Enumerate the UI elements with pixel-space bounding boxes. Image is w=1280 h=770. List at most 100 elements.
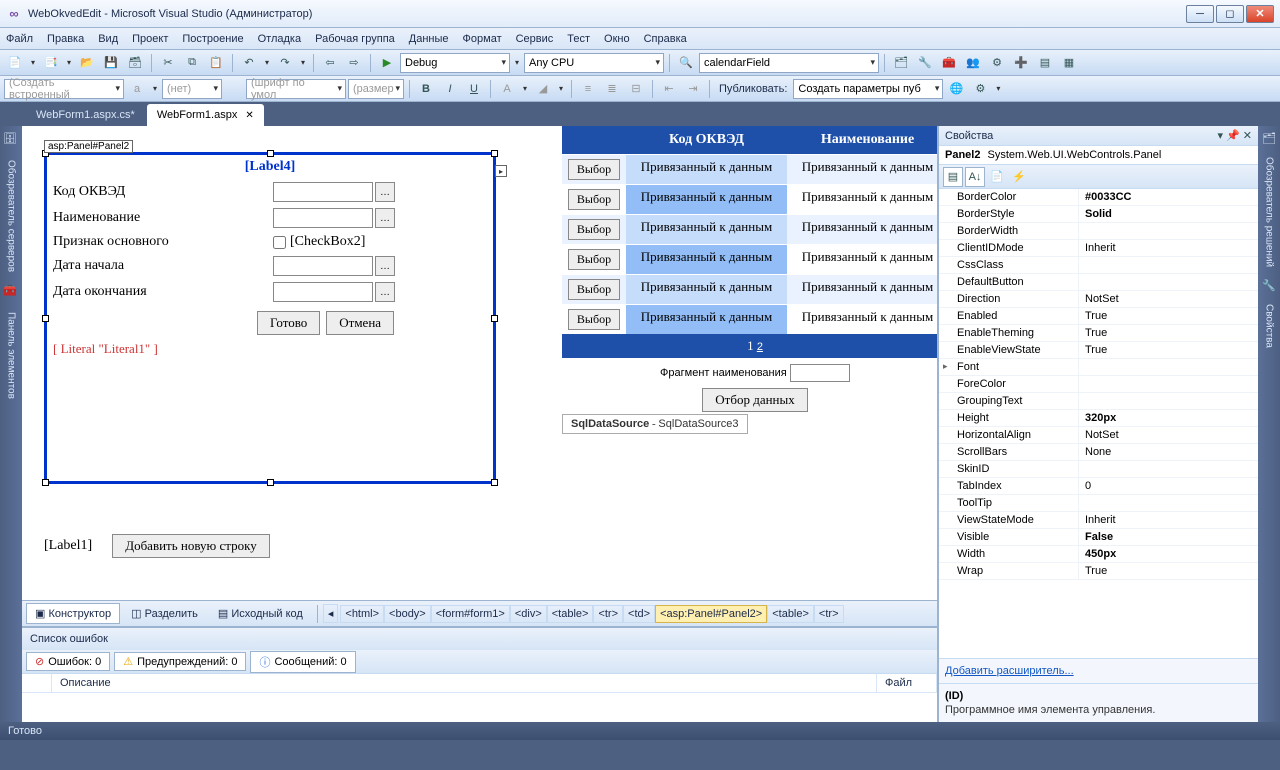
cancel-button[interactable]: Отмена	[326, 311, 394, 335]
property-row[interactable]: ScrollBarsNone	[939, 444, 1258, 461]
open-file-icon[interactable]: 📂	[76, 52, 98, 74]
paste-icon[interactable]: 📋	[205, 52, 227, 74]
property-value[interactable]	[1079, 274, 1258, 290]
redo-icon[interactable]: ↷	[274, 52, 296, 74]
property-row[interactable]: GroupingText	[939, 393, 1258, 410]
breadcrumb-item[interactable]: <table>	[767, 605, 814, 623]
menu-format[interactable]: Формат	[463, 33, 502, 45]
breadcrumb-item[interactable]: <div>	[510, 605, 547, 623]
config-combo[interactable]: Debug	[400, 53, 510, 73]
grid-row[interactable]: Выбор Привязанный к данным Привязанный к…	[562, 304, 937, 334]
design-surface[interactable]: asp:Panel#Panel2 ▸ [Label4] Код ОКВЭД… Н…	[22, 126, 937, 600]
close-button[interactable]: ✕	[1246, 5, 1274, 23]
errcol-desc[interactable]: Описание	[52, 674, 877, 692]
property-row[interactable]: EnableViewStateTrue	[939, 342, 1258, 359]
pager-page2[interactable]: 2	[757, 341, 763, 353]
grid-row[interactable]: Выбор Привязанный к данным Привязанный к…	[562, 214, 937, 244]
cut-icon[interactable]: ✂	[157, 52, 179, 74]
input-name[interactable]	[273, 208, 373, 228]
property-row[interactable]: SkinID	[939, 461, 1258, 478]
grid-pager[interactable]: 1 2	[562, 334, 937, 358]
find-in-files-icon[interactable]: 🔍	[675, 52, 697, 74]
menu-file[interactable]: Файл	[6, 33, 33, 45]
server-explorer-icon[interactable]: 🗄	[3, 132, 19, 148]
view-source[interactable]: ▤ Исходный код	[209, 603, 312, 624]
numbering-icon[interactable]: ⊟	[625, 78, 647, 100]
property-row[interactable]: EnabledTrue	[939, 308, 1258, 325]
panel-close-icon[interactable]: ✕	[1243, 129, 1252, 142]
property-row[interactable]: Height320px	[939, 410, 1258, 427]
events-icon[interactable]: ⚡	[1009, 167, 1029, 187]
indent-icon[interactable]: ⇥	[682, 78, 704, 100]
properties-icon[interactable]: 📄	[987, 167, 1007, 187]
asp-panel2[interactable]: ▸ [Label4] Код ОКВЭД… Наименование… Приз…	[44, 152, 496, 484]
maximize-button[interactable]: ◻	[1216, 5, 1244, 23]
property-grid[interactable]: BorderColor#0033CCBorderStyleSolidBorder…	[939, 189, 1258, 658]
view-design[interactable]: ▣ Конструктор	[26, 603, 120, 624]
server-explorer-tab[interactable]: Обозреватель серверов	[4, 154, 19, 278]
property-value[interactable]	[1079, 376, 1258, 392]
menu-help[interactable]: Справка	[644, 33, 687, 45]
team-explorer-icon[interactable]: 👥	[962, 52, 984, 74]
input-start[interactable]	[273, 256, 373, 276]
menu-data[interactable]: Данные	[409, 33, 449, 45]
property-value[interactable]: 0	[1079, 478, 1258, 494]
property-value[interactable]: True	[1079, 308, 1258, 324]
config-dropdown[interactable]: ▾	[512, 52, 522, 74]
property-value[interactable]	[1079, 223, 1258, 239]
property-value[interactable]: None	[1079, 444, 1258, 460]
toolbox-tab-icon[interactable]: 🧰	[3, 284, 19, 300]
messages-tab[interactable]: ⓘСообщений: 0	[250, 651, 355, 673]
property-value[interactable]: Inherit	[1079, 512, 1258, 528]
panel-pin-icon[interactable]: 📌	[1226, 129, 1240, 142]
style-apply-dropdown[interactable]: ▾	[150, 78, 160, 100]
property-row[interactable]: ToolTip	[939, 495, 1258, 512]
menu-team[interactable]: Рабочая группа	[315, 33, 395, 45]
property-row[interactable]: Font	[939, 359, 1258, 376]
solution-explorer-tab[interactable]: Обозреватель решений	[1262, 151, 1277, 273]
nav-back-icon[interactable]: ⇦	[319, 52, 341, 74]
grid-row[interactable]: Выбор Привязанный к данным Привязанный к…	[562, 244, 937, 274]
extension-manager-icon[interactable]: ➕	[1010, 52, 1032, 74]
property-row[interactable]: Width450px	[939, 546, 1258, 563]
solution-explorer-icon[interactable]: 🗂	[890, 52, 912, 74]
filter-input[interactable]	[790, 364, 850, 382]
breadcrumb-item[interactable]: <tr>	[593, 605, 623, 623]
property-row[interactable]: TabIndex0	[939, 478, 1258, 495]
property-row[interactable]: BorderWidth	[939, 223, 1258, 240]
property-row[interactable]: ViewStateModeInherit	[939, 512, 1258, 529]
add-row-button[interactable]: Добавить новую строку	[112, 534, 270, 558]
property-value[interactable]: Inherit	[1079, 240, 1258, 256]
command-window-icon[interactable]: ▤	[1034, 52, 1056, 74]
property-value[interactable]	[1079, 359, 1258, 375]
errcol-file[interactable]: Файл	[877, 674, 937, 692]
properties-window-icon[interactable]: 🔧	[914, 52, 936, 74]
select-button[interactable]: Выбор	[568, 249, 620, 270]
select-button[interactable]: Выбор	[568, 279, 620, 300]
select-button[interactable]: Выбор	[568, 159, 620, 180]
publish-icon[interactable]: 🌐	[945, 78, 967, 100]
save-all-icon[interactable]: 🗃	[124, 52, 146, 74]
breadcrumb-item[interactable]: <table>	[547, 605, 594, 623]
breadcrumb-item[interactable]: <html>	[340, 605, 384, 623]
publish-target-combo[interactable]: Создать параметры пуб	[793, 79, 943, 99]
property-row[interactable]: BorderStyleSolid	[939, 206, 1258, 223]
forecolor-icon[interactable]: A	[496, 78, 518, 100]
breadcrumb-item[interactable]: <tr>	[814, 605, 844, 623]
style-apply-icon[interactable]: a	[126, 78, 148, 100]
publish-settings-icon[interactable]: ⚙	[969, 78, 991, 100]
tab-webform1-aspx[interactable]: WebForm1.aspx✕	[147, 104, 264, 126]
menu-view[interactable]: Вид	[98, 33, 118, 45]
backcolor-dropdown[interactable]: ▾	[556, 78, 566, 100]
rule-combo[interactable]: (нет)	[162, 79, 222, 99]
new-project-dropdown[interactable]: ▾	[28, 52, 38, 74]
sqldatasource-badge[interactable]: SqlDataSource - SqlDataSource3	[562, 414, 748, 434]
menu-debug[interactable]: Отладка	[258, 33, 301, 45]
property-row[interactable]: BorderColor#0033CC	[939, 189, 1258, 206]
property-value[interactable]	[1079, 257, 1258, 273]
new-project-icon[interactable]: 📄	[4, 52, 26, 74]
property-row[interactable]: DirectionNotSet	[939, 291, 1258, 308]
underline-icon[interactable]: U	[463, 78, 485, 100]
italic-icon[interactable]: I	[439, 78, 461, 100]
input-okved[interactable]	[273, 182, 373, 202]
